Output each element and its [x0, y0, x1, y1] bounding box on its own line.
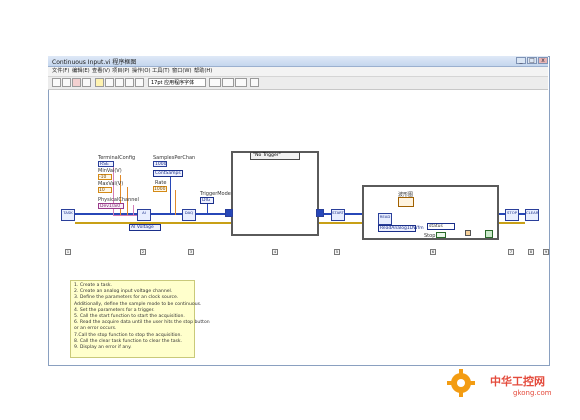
case-selector[interactable]: "No Trigger": [250, 152, 300, 160]
step-number: 2: [140, 249, 146, 255]
rate-wire: [175, 190, 176, 215]
step-number: 4: [272, 249, 278, 255]
samples-per-chan-constant[interactable]: 1000: [153, 161, 167, 167]
step-into-icon[interactable]: [115, 78, 124, 87]
step-number: 6: [430, 249, 436, 255]
step-number: 7: [508, 249, 514, 255]
step-out-icon[interactable]: [135, 78, 144, 87]
step-number: 8: [528, 249, 534, 255]
cleanup-diagram-icon[interactable]: [250, 78, 259, 87]
reorder-icon[interactable]: [235, 78, 247, 87]
minimize-button[interactable]: _: [516, 57, 526, 64]
menu-tools[interactable]: 工具(T): [152, 67, 170, 74]
stop-label: Stop: [424, 233, 436, 239]
step-number: 5: [334, 249, 340, 255]
physical-channel-constant[interactable]: Dev1/ai0: [98, 203, 124, 209]
case-tunnel-out: [316, 209, 324, 217]
trigger-mode-constant[interactable]: DIG: [200, 197, 214, 204]
stop-button-terminal[interactable]: [436, 232, 446, 238]
menu-help[interactable]: 帮助(H): [194, 67, 212, 74]
menu-window[interactable]: 窗口(W): [172, 67, 192, 74]
case-tunnel-in: [225, 209, 233, 217]
sample-mode-constant[interactable]: ContSamps: [153, 170, 183, 177]
loop-condition-icon: [485, 230, 493, 238]
stop-task-vi[interactable]: STOP: [505, 209, 519, 221]
close-button[interactable]: x: [538, 57, 548, 64]
watermark-text: 中华工控网: [490, 375, 545, 388]
maximize-button[interactable]: □: [527, 57, 537, 64]
highlight-execution-icon[interactable]: [95, 78, 104, 87]
waveform-graph-terminal: [398, 197, 414, 207]
distribute-objects-icon[interactable]: [222, 78, 234, 87]
status-unbundle: status: [427, 223, 455, 230]
menu-project[interactable]: 项目(P): [112, 67, 130, 74]
create-task-vi[interactable]: TASK: [61, 209, 75, 221]
diagram-comment: 1. Create a task. 2. Create an analog in…: [70, 280, 210, 358]
create-channel-vi[interactable]: AI: [137, 209, 151, 221]
physical-channel-wire: [133, 205, 134, 215]
run-continuous-icon[interactable]: [62, 78, 71, 87]
comment-line: 9. Display an error if any.: [74, 345, 132, 351]
menu-view[interactable]: 查看(V): [92, 67, 110, 74]
window-title: Continuous Input.vi 程序框图: [52, 59, 137, 66]
maxval-constant[interactable]: 10: [98, 187, 112, 193]
step-number: 1: [65, 249, 71, 255]
clear-task-vi[interactable]: CLEAR: [525, 209, 539, 221]
start-task-vi[interactable]: START: [331, 209, 345, 221]
read-vi[interactable]: READ: [378, 213, 392, 225]
case-structure[interactable]: [231, 151, 319, 236]
watermark-url: gkong.com: [513, 389, 552, 397]
step-number: 9: [543, 249, 549, 255]
or-function-icon: [465, 230, 471, 236]
run-arrow-icon[interactable]: [52, 78, 61, 87]
terminal-config-wire-h: [113, 215, 138, 216]
trigger-mode-wire: [207, 204, 208, 214]
retain-wire-values-icon[interactable]: [105, 78, 114, 87]
abort-icon[interactable]: [72, 78, 81, 87]
read-method-selector[interactable]: ReadAnalog1DWfm: [378, 225, 424, 232]
font-selector[interactable]: 17pt 应用程序字体: [148, 78, 206, 87]
timing-vi[interactable]: DAQ: [182, 209, 196, 221]
terminal-config-constant[interactable]: RSE: [98, 161, 114, 167]
minval-constant[interactable]: -10: [98, 174, 112, 180]
align-objects-icon[interactable]: [209, 78, 221, 87]
ai-voltage-selector[interactable]: AI Voltage: [129, 224, 161, 231]
menu-edit[interactable]: 编辑(E): [72, 67, 90, 74]
step-over-icon[interactable]: [125, 78, 134, 87]
pause-icon[interactable]: [82, 78, 91, 87]
comment-line: 3. Define the parameters for an clock so…: [74, 295, 179, 301]
step-number: 3: [188, 249, 194, 255]
comment-line: Additionally, define the sample mode to …: [74, 301, 202, 307]
gear-logo-icon: [446, 368, 476, 398]
menu-operate[interactable]: 操作(O): [132, 67, 151, 74]
comment-line: 7.Call the stop function to stop the acq…: [74, 332, 182, 338]
rate-constant[interactable]: 1000: [153, 186, 167, 192]
menu-file[interactable]: 文件(F): [52, 67, 69, 74]
